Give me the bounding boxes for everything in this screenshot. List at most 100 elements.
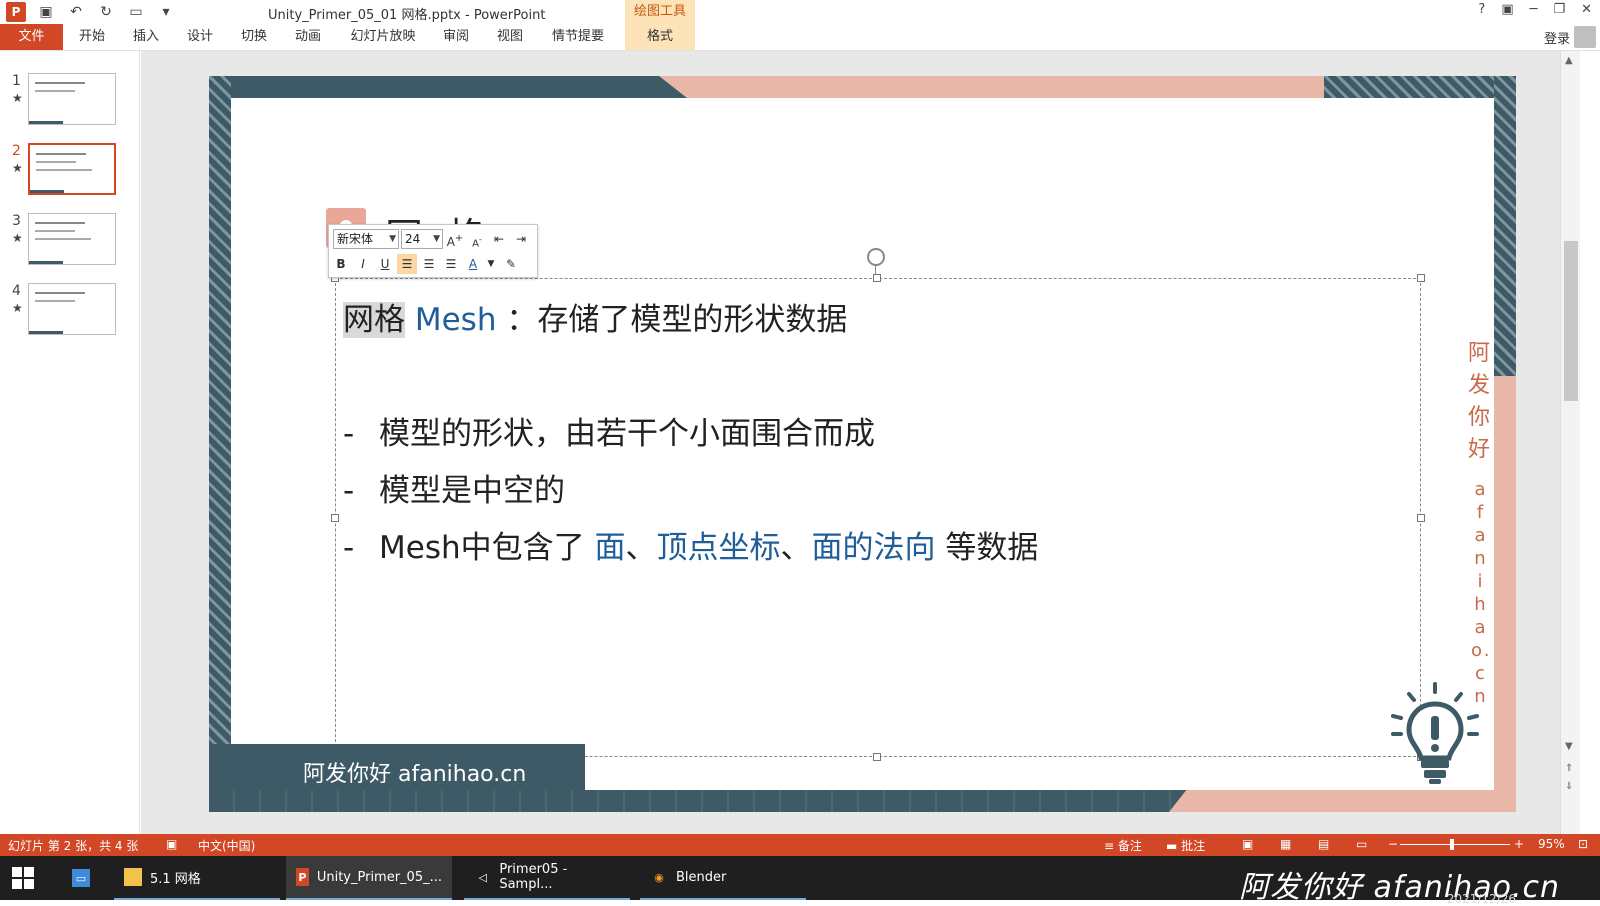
drawing-tools-tab-group: 绘图工具 bbox=[625, 0, 695, 24]
resize-handle[interactable] bbox=[1417, 514, 1425, 522]
spell-check-icon[interactable]: ▣ bbox=[166, 837, 177, 851]
start-button[interactable] bbox=[12, 867, 34, 889]
taskbar: ▭ 5.1 网格 P Unity_Primer_05_... ◁ Primer0… bbox=[0, 856, 1600, 906]
bullet-text-tail: 等数据 bbox=[935, 530, 1039, 566]
start-slideshow-icon[interactable]: ▭ bbox=[126, 2, 146, 22]
underline-button[interactable]: U bbox=[375, 254, 395, 274]
left-stripes bbox=[209, 76, 231, 812]
scroll-down-icon[interactable]: ▼ bbox=[1565, 741, 1573, 752]
scroll-up-icon[interactable]: ▲ bbox=[1565, 55, 1573, 66]
slideshow-view-icon[interactable]: ▭ bbox=[1356, 837, 1367, 851]
ribbon-tabs: 文件 开始 插入 设计 切换 动画 幻灯片放映 审阅 视图 情节提要 格式 bbox=[0, 24, 1600, 50]
term-faces: 面 bbox=[594, 530, 626, 566]
redo-icon[interactable]: ↻ bbox=[96, 2, 116, 22]
format-painter-icon[interactable]: ✎ bbox=[501, 254, 521, 274]
resize-handle[interactable] bbox=[331, 514, 339, 522]
tab-storyboarding[interactable]: 情节提要 bbox=[548, 24, 608, 50]
zoom-level[interactable]: 95% bbox=[1538, 837, 1565, 851]
resize-handle[interactable] bbox=[1417, 274, 1425, 282]
sign-in-link[interactable]: 登录 bbox=[1544, 28, 1570, 47]
save-icon[interactable]: ▣ bbox=[36, 2, 56, 22]
taskbar-app-label: Primer05 - Sampl... bbox=[499, 862, 568, 892]
resize-handle[interactable] bbox=[873, 274, 881, 282]
tab-review[interactable]: 审阅 bbox=[436, 24, 476, 50]
fit-slide-icon[interactable]: ⊡ bbox=[1578, 837, 1588, 851]
taskbar-app-visual-studio[interactable]: ◁ Primer05 - Sampl... bbox=[464, 856, 630, 900]
tab-home[interactable]: 开始 bbox=[72, 24, 112, 50]
reading-view-icon[interactable]: ▤ bbox=[1318, 837, 1329, 851]
selected-text-box[interactable] bbox=[331, 274, 1425, 761]
user-avatar-icon[interactable] bbox=[1574, 26, 1596, 48]
selected-text[interactable]: 网格 bbox=[343, 302, 405, 338]
separator: 、 bbox=[625, 530, 657, 566]
rotate-handle-icon[interactable] bbox=[867, 248, 885, 266]
resize-handle[interactable] bbox=[873, 753, 881, 761]
zoom-out-icon[interactable]: − bbox=[1388, 837, 1398, 851]
help-button[interactable]: ? bbox=[1478, 2, 1485, 17]
vertical-scrollbar[interactable]: ▲ ▼ ⇑ ⇓ bbox=[1560, 51, 1580, 834]
chevron-down-icon: ▼ bbox=[389, 234, 396, 244]
footer-brand-text: 阿发你好 afanihao.cn bbox=[303, 762, 527, 787]
font-size-select[interactable]: 24 ▼ bbox=[401, 229, 443, 249]
zoom-slider[interactable] bbox=[1400, 844, 1510, 845]
tab-format[interactable]: 格式 bbox=[625, 24, 695, 50]
slide-thumbnail-2[interactable]: 2 ★ bbox=[8, 143, 136, 199]
comments-button[interactable]: ▬ 批注 bbox=[1166, 837, 1205, 854]
normal-view-icon[interactable]: ▣ bbox=[1242, 837, 1253, 851]
italic-button[interactable]: I bbox=[353, 254, 373, 274]
grow-font-icon[interactable]: A+ bbox=[445, 229, 465, 249]
previous-slide-icon[interactable]: ⇑ bbox=[1565, 763, 1573, 774]
align-center-icon[interactable]: ☰ bbox=[419, 254, 439, 274]
animation-star-icon: ★ bbox=[12, 161, 23, 175]
chevron-down-icon[interactable]: ▼ bbox=[481, 254, 501, 274]
thumbnail-image bbox=[28, 213, 116, 265]
font-name-select[interactable]: 新宋体 ▼ bbox=[333, 229, 399, 249]
taskbar-app-blender[interactable]: ◉ Blender bbox=[640, 856, 806, 900]
animation-star-icon: ★ bbox=[12, 231, 23, 245]
bullet-item[interactable]: - Mesh中包含了 面、顶点坐标、面的法向 等数据 bbox=[343, 522, 1038, 567]
decrease-indent-icon[interactable]: ⇤ bbox=[489, 229, 509, 249]
font-color-button[interactable]: A bbox=[463, 254, 483, 274]
close-icon[interactable]: ✕ bbox=[1581, 2, 1592, 17]
slide-sorter-icon[interactable]: ▦ bbox=[1280, 837, 1291, 851]
bullet-dash: - bbox=[343, 473, 355, 509]
ribbon-display-icon[interactable]: ▣ bbox=[1501, 2, 1513, 17]
slide-thumbnail-4[interactable]: 4 ★ bbox=[8, 283, 136, 339]
align-left-icon[interactable]: ☰ bbox=[397, 254, 417, 274]
taskbar-app-explorer-icon[interactable]: ▭ bbox=[62, 856, 100, 900]
right-stripes bbox=[1494, 76, 1516, 376]
next-slide-icon[interactable]: ⇓ bbox=[1565, 781, 1573, 792]
text-line-definition[interactable]: 网格 Mesh ：存储了模型的形状数据 bbox=[343, 294, 847, 339]
customize-qat-icon[interactable]: ▾ bbox=[156, 2, 176, 22]
zoom-in-icon[interactable]: + bbox=[1514, 837, 1524, 851]
bullet-item[interactable]: - 模型是中空的 bbox=[343, 465, 565, 510]
taskbar-app-powerpoint[interactable]: P Unity_Primer_05_... bbox=[286, 856, 452, 900]
slide-thumbnail-1[interactable]: 1 ★ bbox=[8, 73, 136, 129]
restore-icon[interactable]: ❐ bbox=[1553, 2, 1565, 17]
tab-insert[interactable]: 插入 bbox=[126, 24, 166, 50]
language-indicator[interactable]: 中文(中国) bbox=[198, 837, 255, 854]
shrink-font-icon[interactable]: A- bbox=[467, 229, 487, 249]
notes-button[interactable]: ≡ 备注 bbox=[1104, 837, 1142, 854]
powerpoint-logo-icon[interactable]: P bbox=[6, 2, 26, 22]
status-bar: 幻灯片 第 2 张，共 4 张 ▣ 中文(中国) ≡ 备注 ▬ 批注 ▣ ▦ ▤… bbox=[0, 834, 1600, 856]
bullet-item[interactable]: - 模型的形状，由若干个小面围合而成 bbox=[343, 408, 875, 453]
powerpoint-icon: P bbox=[296, 868, 309, 886]
bold-button[interactable]: B bbox=[331, 254, 351, 274]
tab-file[interactable]: 文件 bbox=[0, 24, 63, 50]
taskbar-app-folder[interactable]: 5.1 网格 bbox=[114, 856, 280, 900]
increase-indent-icon[interactable]: ⇥ bbox=[511, 229, 531, 249]
undo-icon[interactable]: ↶ bbox=[66, 2, 86, 22]
align-right-icon[interactable]: ☰ bbox=[441, 254, 461, 274]
minimize-icon[interactable]: ─ bbox=[1530, 2, 1538, 17]
tab-design[interactable]: 设计 bbox=[180, 24, 220, 50]
tab-transitions[interactable]: 切换 bbox=[234, 24, 274, 50]
term-vertex-coords: 顶点坐标 bbox=[656, 530, 781, 566]
slide-thumbnail-3[interactable]: 3 ★ bbox=[8, 213, 136, 269]
tab-animations[interactable]: 动画 bbox=[288, 24, 328, 50]
slide-canvas[interactable]: 网 格 网格 Mesh ：存储了模型的形状数据 -模型的形状，由若干个小面围合而… bbox=[209, 76, 1516, 812]
tab-slideshow[interactable]: 幻灯片放映 bbox=[348, 24, 418, 50]
scrollbar-thumb[interactable] bbox=[1564, 241, 1578, 401]
zoom-slider-thumb[interactable] bbox=[1450, 839, 1454, 850]
tab-view[interactable]: 视图 bbox=[490, 24, 530, 50]
